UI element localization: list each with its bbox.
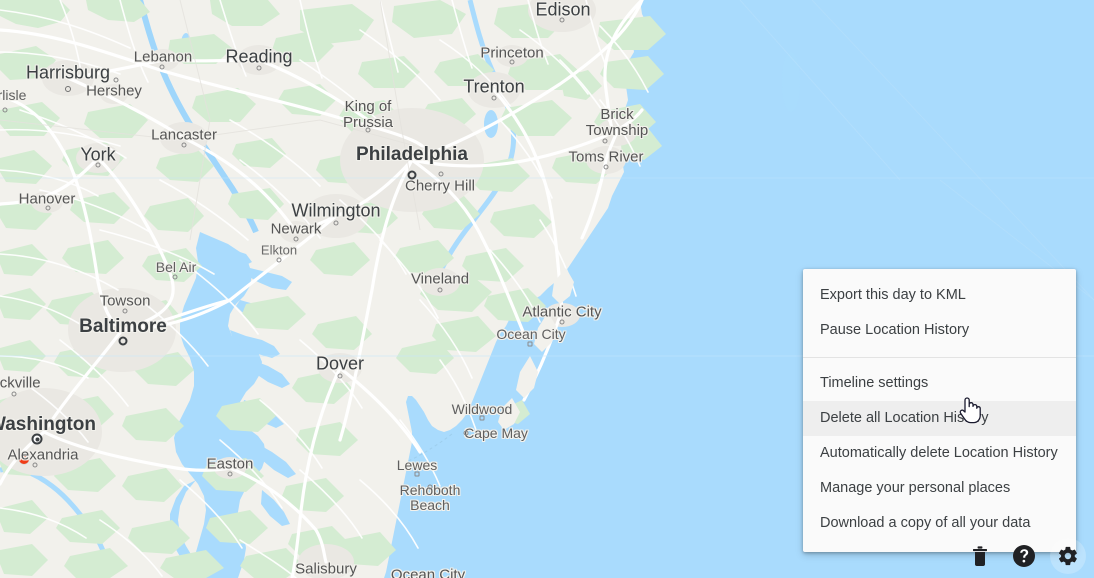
maps-timeline-screen: Harrisburg rlisle Hershey Lebanon Reading Lan…	[0, 0, 1094, 578]
help-button[interactable]	[1006, 538, 1042, 574]
map-toolbar[interactable]	[962, 538, 1086, 574]
trash-icon	[973, 546, 987, 566]
menu-item-download-data[interactable]: Download a copy of all your data	[803, 506, 1076, 541]
delete-button[interactable]	[962, 538, 998, 574]
menu-item-manage-personal-places[interactable]: Manage your personal places	[803, 471, 1076, 506]
timeline-options-menu[interactable]: Export this day to KML Pause Location His…	[803, 269, 1076, 552]
current-location-marker[interactable]	[19, 454, 29, 464]
help-icon	[1013, 545, 1035, 567]
menu-divider	[803, 357, 1076, 358]
menu-item-delete-all-location-history[interactable]: Delete all Location History	[803, 401, 1076, 436]
menu-item-export-kml[interactable]: Export this day to KML	[803, 278, 1076, 313]
menu-item-timeline-settings[interactable]: Timeline settings	[803, 366, 1076, 401]
menu-item-auto-delete-location-history[interactable]: Automatically delete Location History	[803, 436, 1076, 471]
gear-icon	[1058, 546, 1077, 566]
settings-button[interactable]	[1050, 538, 1086, 574]
menu-item-pause-location-history[interactable]: Pause Location History	[803, 313, 1076, 348]
